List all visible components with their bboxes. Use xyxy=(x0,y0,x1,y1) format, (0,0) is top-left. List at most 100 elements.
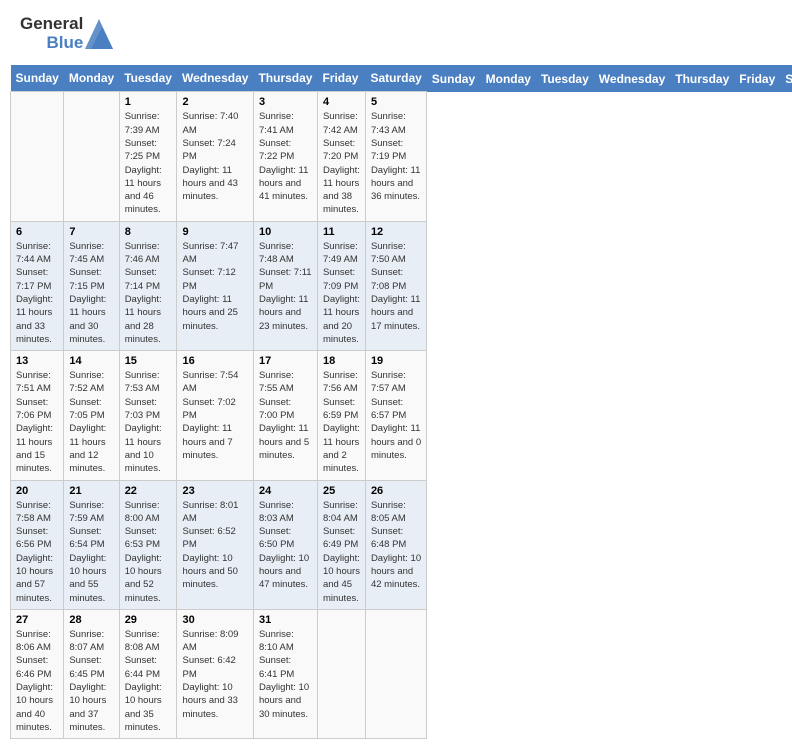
day-number: 27 xyxy=(16,614,58,626)
day-number: 16 xyxy=(182,355,247,367)
day-number: 22 xyxy=(125,485,172,497)
calendar-cell: 15Sunrise: 7:53 AM Sunset: 7:03 PM Dayli… xyxy=(119,351,177,480)
day-info: Sunrise: 8:03 AM Sunset: 6:50 PM Dayligh… xyxy=(259,499,312,592)
calendar-table: SundayMondayTuesdayWednesdayThursdayFrid… xyxy=(10,65,792,739)
day-number: 2 xyxy=(182,96,247,108)
header-day-thursday: Thursday xyxy=(670,65,734,92)
day-info: Sunrise: 8:09 AM Sunset: 6:42 PM Dayligh… xyxy=(182,628,247,721)
day-info: Sunrise: 7:49 AM Sunset: 7:09 PM Dayligh… xyxy=(323,240,360,346)
calendar-cell: 24 Sunrise: 8:03 AM Sunset: 6:50 PM Dayli… xyxy=(253,480,317,609)
week-row-1: 1 Sunrise: 7:39 AM Sunset: 7:25 PM Daylig… xyxy=(11,92,792,221)
header-monday: Monday xyxy=(64,65,119,92)
day-number: 10 xyxy=(259,226,312,238)
calendar-cell: 28 Sunrise: 8:07 AM Sunset: 6:45 PM Dayli… xyxy=(64,609,119,738)
calendar-cell: 3 Sunrise: 7:41 AM Sunset: 7:22 PM Daylig… xyxy=(253,92,317,221)
day-info: Sunrise: 7:52 AM Sunset: 7:05 PM Dayligh… xyxy=(69,369,113,475)
day-info: Sunrise: 7:58 AM Sunset: 6:56 PM Dayligh… xyxy=(16,499,58,605)
day-info: Sunrise: 8:10 AM Sunset: 6:41 PM Dayligh… xyxy=(259,628,312,721)
day-number: 3 xyxy=(259,96,312,108)
day-number: 17 xyxy=(259,355,312,367)
day-number: 20 xyxy=(16,485,58,497)
calendar-cell: 7Sunrise: 7:45 AM Sunset: 7:15 PM Daylig… xyxy=(64,221,119,350)
day-info: Sunrise: 8:04 AM Sunset: 6:49 PM Dayligh… xyxy=(323,499,360,605)
day-number: 31 xyxy=(259,614,312,626)
calendar-cell: 14Sunrise: 7:52 AM Sunset: 7:05 PM Dayli… xyxy=(64,351,119,480)
day-number: 21 xyxy=(69,485,113,497)
day-number: 1 xyxy=(125,96,172,108)
header-tuesday: Tuesday xyxy=(119,65,177,92)
day-info: Sunrise: 8:01 AM Sunset: 6:52 PM Dayligh… xyxy=(182,499,247,592)
day-number: 18 xyxy=(323,355,360,367)
header-sunday: Sunday xyxy=(11,65,64,92)
calendar-cell: 10 Sunrise: 7:48 AM Sunset: 7:11 PM Dayli… xyxy=(253,221,317,350)
calendar-cell: 22Sunrise: 8:00 AM Sunset: 6:53 PM Dayli… xyxy=(119,480,177,609)
day-info: Sunrise: 7:54 AM Sunset: 7:02 PM Dayligh… xyxy=(182,369,247,462)
day-number: 26 xyxy=(371,485,421,497)
calendar-cell xyxy=(317,609,365,738)
calendar-cell: 27 Sunrise: 8:06 AM Sunset: 6:46 PM Dayli… xyxy=(11,609,64,738)
logo-general: General xyxy=(20,15,83,34)
calendar-cell xyxy=(11,92,64,221)
day-info: Sunrise: 7:43 AM Sunset: 7:19 PM Dayligh… xyxy=(371,110,421,203)
day-info: Sunrise: 7:48 AM Sunset: 7:11 PM Dayligh… xyxy=(259,240,312,333)
calendar-cell: 21Sunrise: 7:59 AM Sunset: 6:54 PM Dayli… xyxy=(64,480,119,609)
day-number: 7 xyxy=(69,226,113,238)
calendar-header-row: SundayMondayTuesdayWednesdayThursdayFrid… xyxy=(11,65,792,92)
header: General Blue xyxy=(10,10,782,57)
header-day-sunday: Sunday xyxy=(427,65,481,92)
calendar-cell: 2Sunrise: 7:40 AM Sunset: 7:24 PM Daylig… xyxy=(177,92,253,221)
day-number: 15 xyxy=(125,355,172,367)
day-number: 29 xyxy=(125,614,172,626)
calendar-cell: 8Sunrise: 7:46 AM Sunset: 7:14 PM Daylig… xyxy=(119,221,177,350)
day-number: 4 xyxy=(323,96,360,108)
calendar-cell: 16 Sunrise: 7:54 AM Sunset: 7:02 PM Dayli… xyxy=(177,351,253,480)
header-day-monday: Monday xyxy=(481,65,536,92)
calendar-cell: 30 Sunrise: 8:09 AM Sunset: 6:42 PM Dayli… xyxy=(177,609,253,738)
day-number: 24 xyxy=(259,485,312,497)
header-friday: Friday xyxy=(317,65,365,92)
calendar-cell: 5Sunrise: 7:43 AM Sunset: 7:19 PM Daylig… xyxy=(365,92,426,221)
header-saturday: Saturday xyxy=(365,65,426,92)
day-info: Sunrise: 7:55 AM Sunset: 7:00 PM Dayligh… xyxy=(259,369,312,462)
calendar-cell: 12Sunrise: 7:50 AM Sunset: 7:08 PM Dayli… xyxy=(365,221,426,350)
day-number: 19 xyxy=(371,355,421,367)
calendar-cell: 17 Sunrise: 7:55 AM Sunset: 7:00 PM Dayli… xyxy=(253,351,317,480)
day-info: Sunrise: 7:51 AM Sunset: 7:06 PM Dayligh… xyxy=(16,369,58,475)
day-info: Sunrise: 7:47 AM Sunset: 7:12 PM Dayligh… xyxy=(182,240,247,333)
day-info: Sunrise: 8:07 AM Sunset: 6:45 PM Dayligh… xyxy=(69,628,113,734)
header-day-saturday: Saturday xyxy=(780,65,792,92)
calendar-cell: 6Sunrise: 7:44 AM Sunset: 7:17 PM Daylig… xyxy=(11,221,64,350)
logo-icon xyxy=(85,19,113,49)
logo-container: General Blue xyxy=(20,15,107,52)
day-number: 30 xyxy=(182,614,247,626)
week-row-2: 6Sunrise: 7:44 AM Sunset: 7:17 PM Daylig… xyxy=(11,221,792,350)
day-number: 13 xyxy=(16,355,58,367)
day-number: 9 xyxy=(182,226,247,238)
week-row-3: 13 Sunrise: 7:51 AM Sunset: 7:06 PM Dayli… xyxy=(11,351,792,480)
calendar-cell: 18Sunrise: 7:56 AM Sunset: 6:59 PM Dayli… xyxy=(317,351,365,480)
header-day-tuesday: Tuesday xyxy=(536,65,594,92)
day-number: 28 xyxy=(69,614,113,626)
calendar-cell: 25Sunrise: 8:04 AM Sunset: 6:49 PM Dayli… xyxy=(317,480,365,609)
calendar-cell xyxy=(365,609,426,738)
header-thursday: Thursday xyxy=(253,65,317,92)
day-info: Sunrise: 8:06 AM Sunset: 6:46 PM Dayligh… xyxy=(16,628,58,734)
calendar-cell: 13 Sunrise: 7:51 AM Sunset: 7:06 PM Dayli… xyxy=(11,351,64,480)
header-day-wednesday: Wednesday xyxy=(594,65,670,92)
day-info: Sunrise: 7:39 AM Sunset: 7:25 PM Dayligh… xyxy=(125,110,172,216)
day-info: Sunrise: 8:08 AM Sunset: 6:44 PM Dayligh… xyxy=(125,628,172,734)
header-wednesday: Wednesday xyxy=(177,65,253,92)
calendar-cell: 11Sunrise: 7:49 AM Sunset: 7:09 PM Dayli… xyxy=(317,221,365,350)
calendar-cell: 20 Sunrise: 7:58 AM Sunset: 6:56 PM Dayli… xyxy=(11,480,64,609)
day-number: 6 xyxy=(16,226,58,238)
calendar-cell: 29 Sunrise: 8:08 AM Sunset: 6:44 PM Dayli… xyxy=(119,609,177,738)
week-row-4: 20 Sunrise: 7:58 AM Sunset: 6:56 PM Dayli… xyxy=(11,480,792,609)
calendar-cell: 9 Sunrise: 7:47 AM Sunset: 7:12 PM Daylig… xyxy=(177,221,253,350)
day-info: Sunrise: 7:41 AM Sunset: 7:22 PM Dayligh… xyxy=(259,110,312,203)
calendar-cell xyxy=(64,92,119,221)
calendar-cell: 19Sunrise: 7:57 AM Sunset: 6:57 PM Dayli… xyxy=(365,351,426,480)
week-row-5: 27 Sunrise: 8:06 AM Sunset: 6:46 PM Dayli… xyxy=(11,609,792,738)
calendar-cell: 1 Sunrise: 7:39 AM Sunset: 7:25 PM Daylig… xyxy=(119,92,177,221)
calendar-cell: 26Sunrise: 8:05 AM Sunset: 6:48 PM Dayli… xyxy=(365,480,426,609)
day-info: Sunrise: 7:42 AM Sunset: 7:20 PM Dayligh… xyxy=(323,110,360,216)
